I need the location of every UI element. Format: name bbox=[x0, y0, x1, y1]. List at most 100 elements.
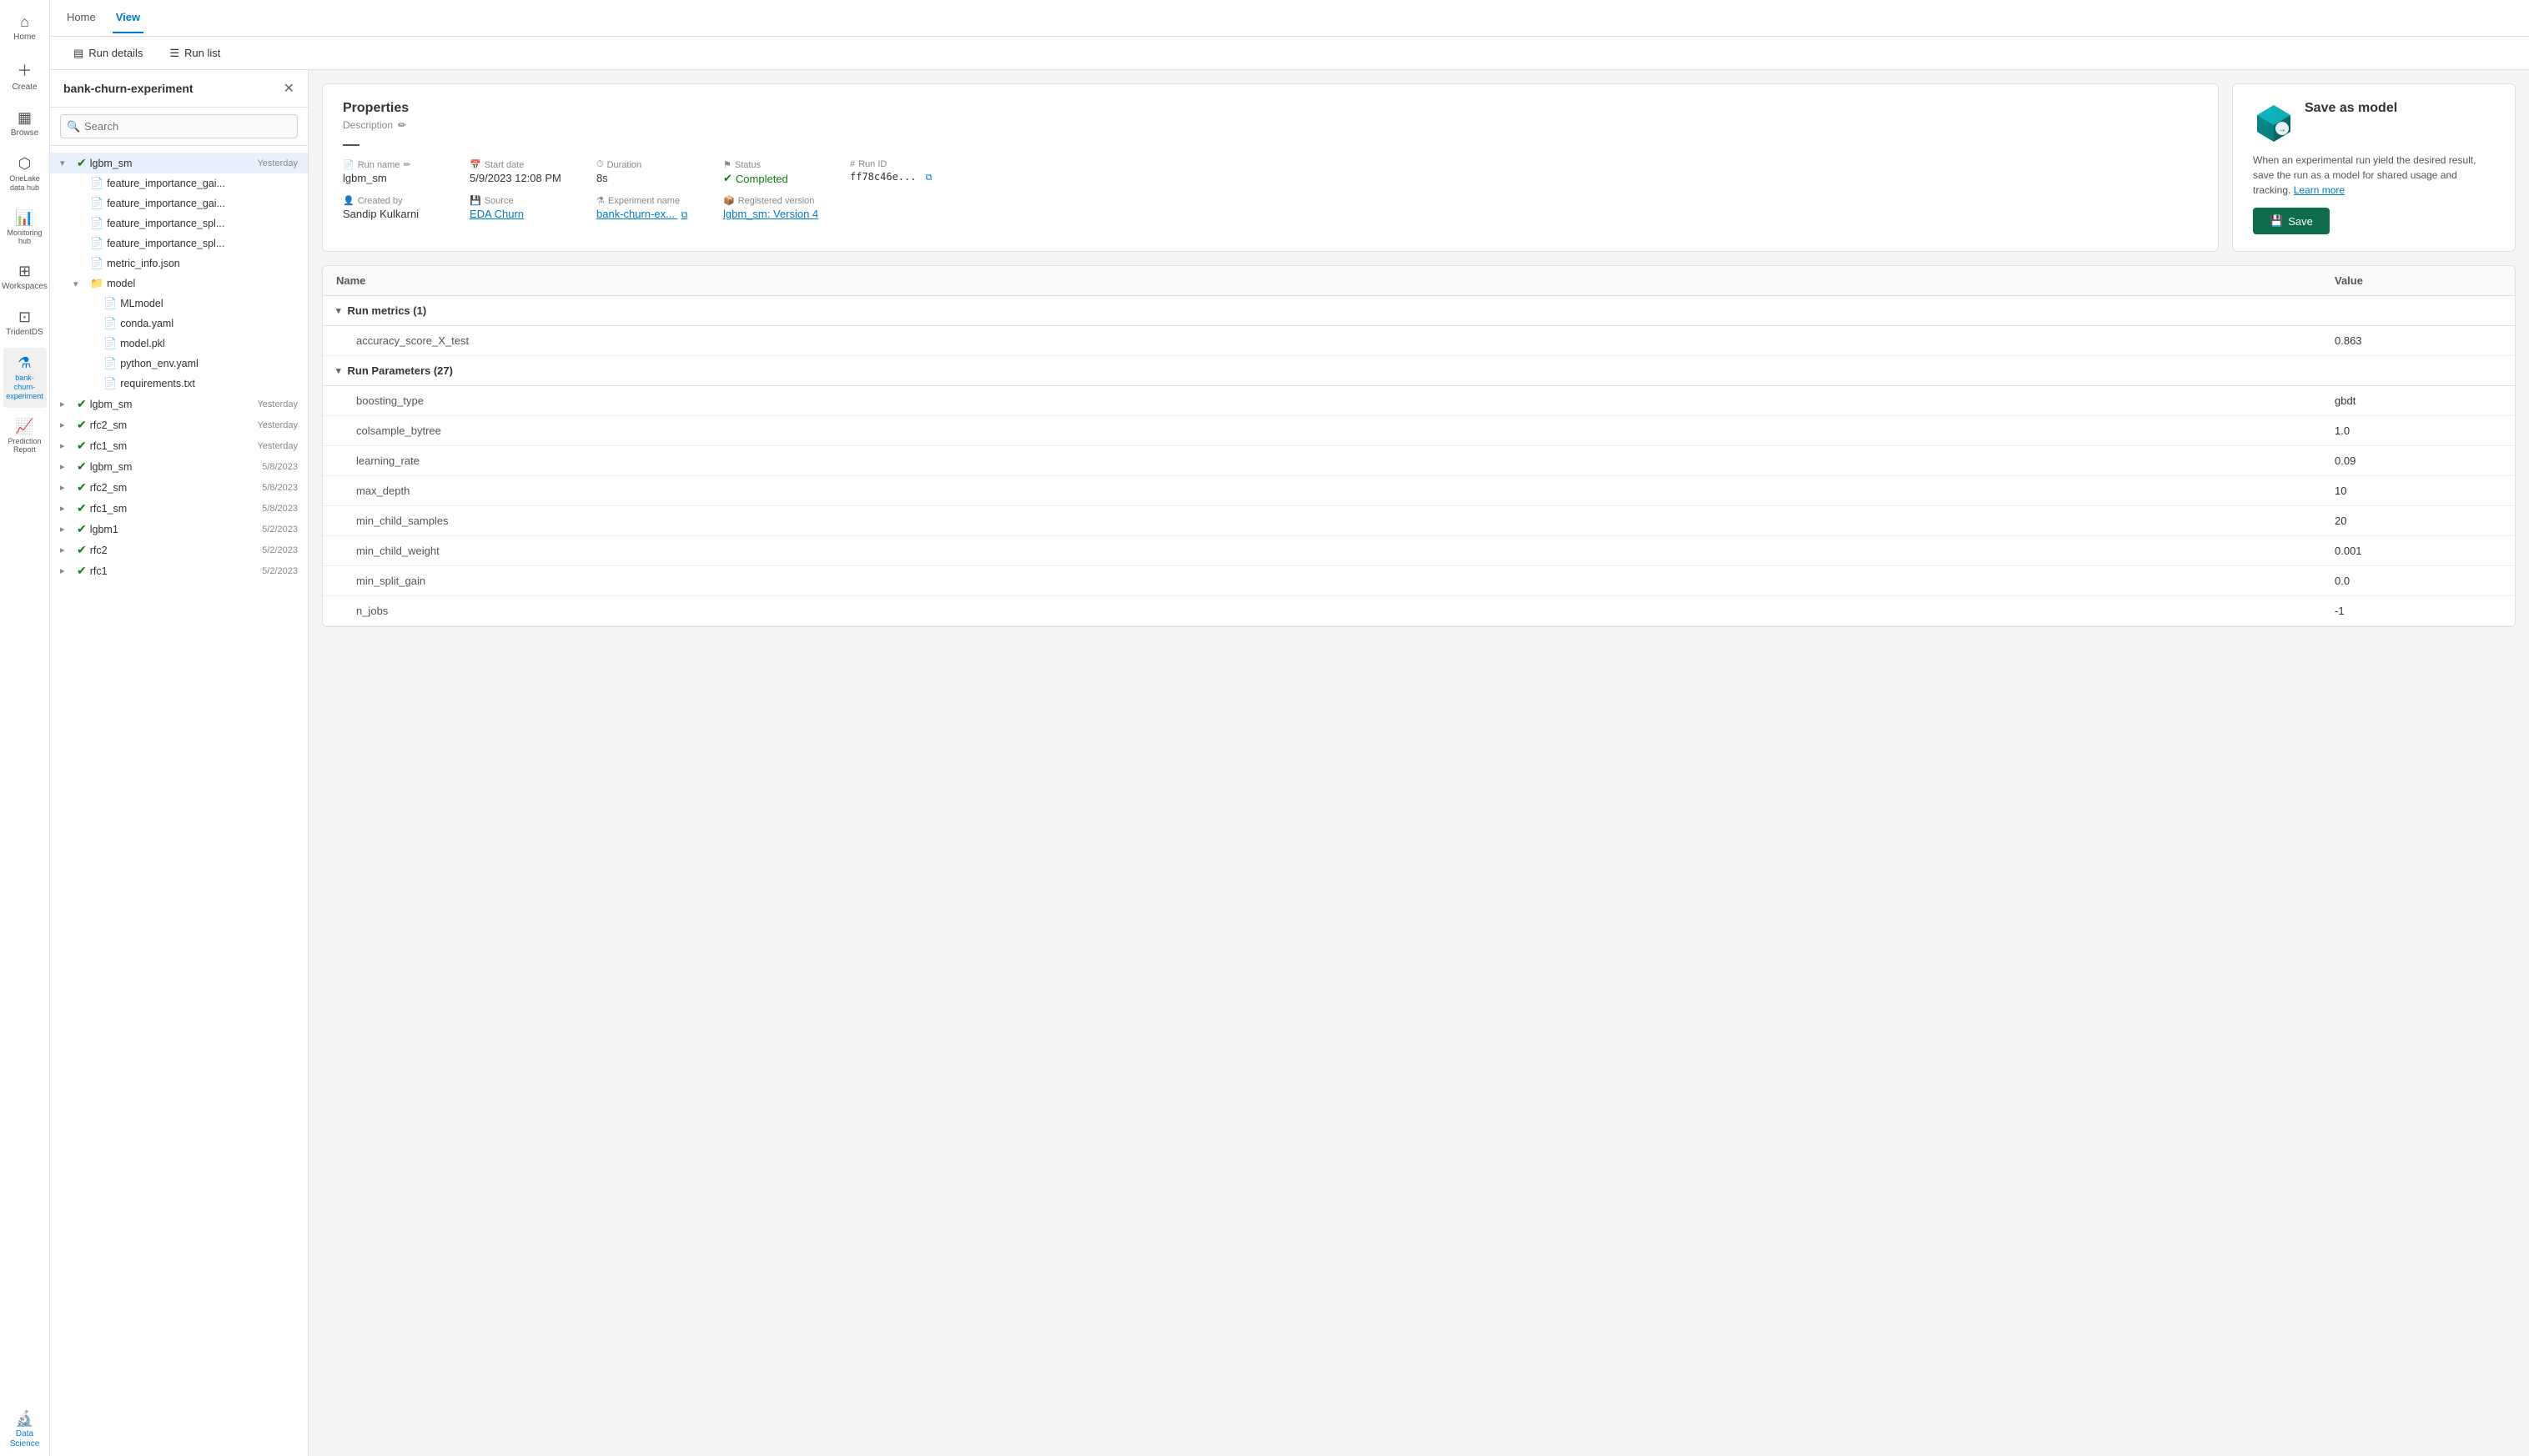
tree-item-model-pkl[interactable]: 📄 model.pkl bbox=[50, 334, 308, 354]
collapse-icon: ▸ bbox=[60, 524, 73, 535]
tree-label: python_env.yaml bbox=[120, 358, 298, 369]
tree-item-rfc2-sm[interactable]: ▸ ✔ rfc2_sm Yesterday bbox=[50, 414, 308, 435]
svg-text:→: → bbox=[2278, 125, 2286, 134]
prop-value-run-name: lgbm_sm bbox=[343, 172, 443, 184]
save-model-card: → Save as model When an experimental run… bbox=[2232, 83, 2516, 252]
nav-item-onelake[interactable]: ⬡ OneLakedata hub bbox=[3, 148, 47, 199]
file-icon: 📄 bbox=[90, 177, 103, 190]
tridentds-icon: ⊡ bbox=[18, 309, 31, 326]
collapse-icon: ▸ bbox=[60, 461, 73, 472]
tree-item-rfc2[interactable]: ▸ ✔ rfc2 5/2/2023 bbox=[50, 540, 308, 560]
file-icon: 📄 bbox=[103, 337, 117, 350]
save-button[interactable]: 💾 Save bbox=[2253, 208, 2330, 234]
tree-date: Yesterday bbox=[257, 420, 298, 430]
tree-date: 5/8/2023 bbox=[262, 462, 298, 472]
status-icon: ✔ bbox=[77, 418, 87, 432]
nav-item-tridentds[interactable]: ⊡ TridentDS bbox=[3, 302, 47, 344]
file-icon: 📄 bbox=[103, 297, 117, 310]
left-navigation: ⌂ Home ＋ Create ▦ Browse ⬡ OneLakedata h… bbox=[0, 0, 50, 1456]
tree-date: Yesterday bbox=[257, 441, 298, 451]
nav-item-monitoring[interactable]: 📊 Monitoringhub bbox=[3, 203, 47, 254]
tree-item-lgbm-sm-2[interactable]: ▸ ✔ lgbm_sm Yesterday bbox=[50, 394, 308, 414]
tree-item-rfc1[interactable]: ▸ ✔ rfc1 5/2/2023 bbox=[50, 560, 308, 581]
tree-item-python-env[interactable]: 📄 python_env.yaml bbox=[50, 354, 308, 374]
collapse-icon: ▸ bbox=[60, 565, 73, 576]
file-icon: 📄 bbox=[90, 257, 103, 270]
tree-item-rfc1-sm-2[interactable]: ▸ ✔ rfc1_sm 5/8/2023 bbox=[50, 498, 308, 519]
start-date-icon: 📅 bbox=[470, 159, 481, 170]
param-name: max_depth bbox=[356, 484, 2335, 497]
tree-item-fi-gai-1[interactable]: 📄 feature_importance_gai... bbox=[50, 173, 308, 193]
nav-label-create: Create bbox=[12, 83, 37, 93]
tab-view[interactable]: View bbox=[113, 3, 143, 33]
run-details-label: Run details bbox=[88, 47, 143, 59]
nav-item-home[interactable]: ⌂ Home bbox=[3, 7, 47, 49]
prop-value-experiment-name[interactable]: bank-churn-ex... ⧉ bbox=[596, 208, 696, 221]
tree-label: model.pkl bbox=[120, 338, 298, 349]
tree-item-model-folder[interactable]: ▾ 📁 model bbox=[50, 274, 308, 294]
nav-item-datascience[interactable]: 🔬 DataScience bbox=[3, 1403, 47, 1456]
tree-item-metric-info[interactable]: 📄 metric_info.json bbox=[50, 254, 308, 274]
metrics-row-min-child-samples: min_child_samples 20 bbox=[323, 506, 2515, 536]
save-model-desc: When an experimental run yield the desir… bbox=[2253, 153, 2495, 198]
param-value: 0.001 bbox=[2335, 545, 2501, 557]
collapse-icon: ▸ bbox=[60, 503, 73, 514]
prop-label-source: 💾 Source bbox=[470, 195, 570, 206]
copy-exp-icon[interactable]: ⧉ bbox=[681, 210, 688, 220]
prop-value-registered-version[interactable]: lgbm_sm: Version 4 bbox=[723, 208, 823, 220]
nav-item-prediction[interactable]: 📈 PredictionReport bbox=[3, 411, 47, 462]
tree-item-fi-spl-1[interactable]: 📄 feature_importance_spl... bbox=[50, 213, 308, 233]
tab-run-details[interactable]: ▤ Run details bbox=[63, 40, 153, 67]
home-icon: ⌂ bbox=[20, 13, 29, 31]
nav-item-browse[interactable]: ▦ Browse bbox=[3, 103, 47, 145]
nav-item-create[interactable]: ＋ Create bbox=[3, 53, 47, 99]
tree-item-lgbm-sm-3[interactable]: ▸ ✔ lgbm_sm 5/8/2023 bbox=[50, 456, 308, 477]
tree-item-lgbm-sm-expanded[interactable]: ▾ ✔ lgbm_sm Yesterday bbox=[50, 153, 308, 173]
prop-value-source[interactable]: EDA Churn bbox=[470, 208, 570, 220]
close-icon[interactable]: ✕ bbox=[284, 80, 294, 97]
workspaces-icon: ⊞ bbox=[18, 263, 31, 280]
search-wrap: 🔍 bbox=[60, 114, 298, 138]
edit-run-name-icon[interactable]: ✏ bbox=[403, 159, 410, 170]
tree-label: feature_importance_gai... bbox=[107, 178, 298, 189]
tree-item-requirements[interactable]: 📄 requirements.txt bbox=[50, 374, 308, 394]
tab-run-list[interactable]: ☰ Run list bbox=[159, 40, 230, 67]
tree-item-rfc2-sm-2[interactable]: ▸ ✔ rfc2_sm 5/8/2023 bbox=[50, 477, 308, 498]
run-metrics-section-header[interactable]: ▾ Run metrics (1) bbox=[323, 296, 2515, 326]
metric-name-accuracy: accuracy_score_X_test bbox=[356, 334, 2335, 347]
nav-item-workspaces[interactable]: ⊞ Workspaces bbox=[3, 256, 47, 299]
param-name: learning_rate bbox=[356, 454, 2335, 467]
param-value: 20 bbox=[2335, 515, 2501, 527]
param-value: 0.09 bbox=[2335, 454, 2501, 467]
nav-item-experiment[interactable]: ⚗ bank-churn-experiment bbox=[3, 348, 47, 407]
tree-label: rfc1_sm bbox=[90, 440, 254, 452]
tree-item-conda-yaml[interactable]: 📄 conda.yaml bbox=[50, 314, 308, 334]
file-icon: 📄 bbox=[103, 357, 117, 370]
browse-icon: ▦ bbox=[18, 109, 32, 127]
right-content: Properties Description ✏ 📄 Run name bbox=[309, 70, 2529, 1456]
file-icon: 📄 bbox=[103, 377, 117, 390]
tree-item-mlmodel[interactable]: 📄 MLmodel bbox=[50, 294, 308, 314]
search-input[interactable] bbox=[60, 114, 298, 138]
learn-more-link[interactable]: Learn more bbox=[2294, 184, 2345, 196]
tree-item-fi-gai-2[interactable]: 📄 feature_importance_gai... bbox=[50, 193, 308, 213]
status-icon: ✔ bbox=[77, 459, 87, 474]
sidebar-header: bank-churn-experiment ✕ bbox=[50, 70, 308, 108]
status-icon: ✔ bbox=[77, 397, 87, 411]
collapse-icon: ▸ bbox=[60, 482, 73, 493]
tree-item-rfc1-sm[interactable]: ▸ ✔ rfc1_sm Yesterday bbox=[50, 435, 308, 456]
copy-icon[interactable]: ⧉ bbox=[926, 172, 933, 183]
run-parameters-section-header[interactable]: ▾ Run Parameters (27) bbox=[323, 356, 2515, 386]
tab-home[interactable]: Home bbox=[63, 3, 99, 33]
tree-item-lgbm1[interactable]: ▸ ✔ lgbm1 5/2/2023 bbox=[50, 519, 308, 540]
status-flag-icon: ⚑ bbox=[723, 159, 732, 170]
tree-label: lgbm_sm bbox=[90, 158, 254, 169]
prop-label-status: ⚑ Status bbox=[723, 159, 823, 170]
file-icon: 📄 bbox=[90, 217, 103, 230]
tree-item-fi-spl-2[interactable]: 📄 feature_importance_spl... bbox=[50, 233, 308, 254]
status-icon: ✔ bbox=[77, 501, 87, 515]
run-list-icon: ☰ bbox=[169, 47, 179, 60]
edit-icon[interactable]: ✏ bbox=[398, 119, 406, 131]
prop-value-run-id: ff78c46e... ⧉ bbox=[850, 171, 950, 183]
save-model-header: → Save as model bbox=[2253, 101, 2495, 143]
